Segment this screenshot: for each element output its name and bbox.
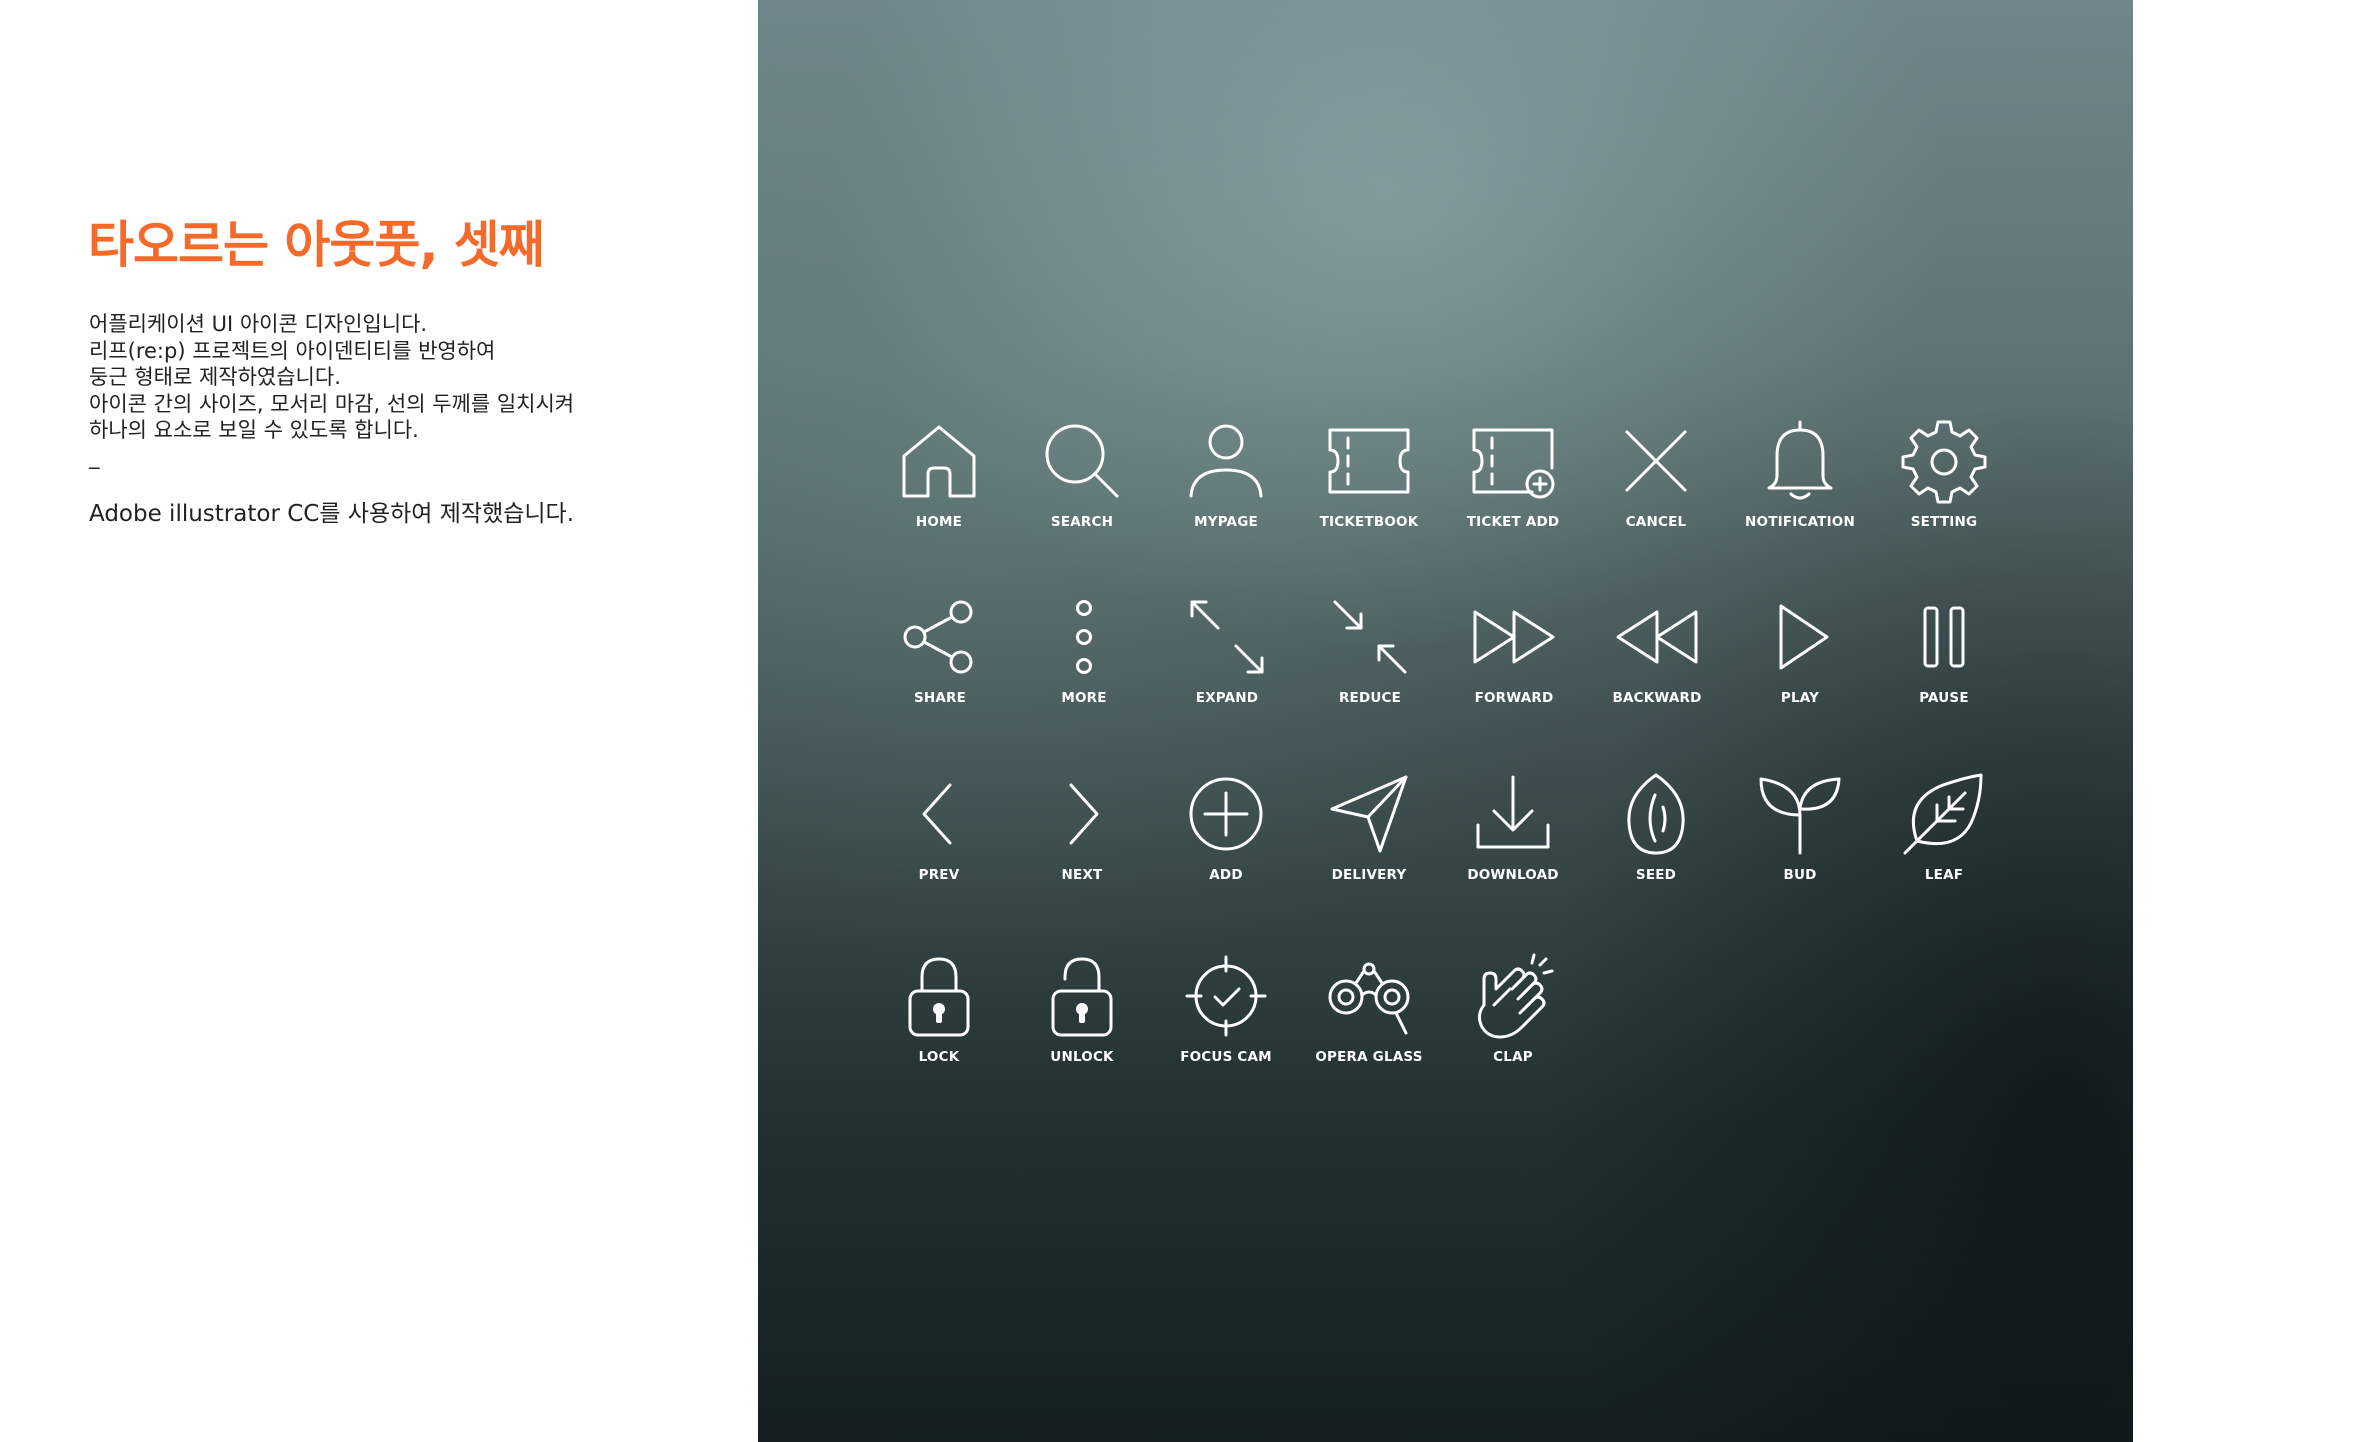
delivery-icon (1330, 775, 1408, 853)
opera-glass-icon (1328, 962, 1410, 1035)
icon-item-home: HOME (874, 418, 1004, 548)
mypage-icon (1189, 424, 1263, 498)
play-icon (1779, 604, 1829, 670)
add-icon (1189, 777, 1263, 851)
icon-item-opera-glass: OPERA GLASS (1304, 953, 1434, 1083)
leaf-icon (1903, 773, 1983, 855)
prev-icon (922, 783, 952, 845)
clap-icon (1477, 953, 1554, 1039)
unlock-icon (1051, 957, 1113, 1037)
icon-item-setting: SETTING (1879, 418, 2009, 548)
icon-item-play: PLAY (1735, 594, 1865, 724)
icon-item-download: DOWNLOAD (1448, 771, 1578, 901)
icon-label: LEAF (1924, 867, 1964, 883)
ticketbook-icon (1328, 428, 1410, 494)
icon-item-pause: PAUSE (1879, 594, 2009, 724)
forward-icon (1473, 610, 1555, 664)
description-panel: 타오르는 아웃풋, 셋째 어플리케이션 UI 아이콘 디자인입니다. 리프(re… (0, 0, 758, 1442)
next-icon (1069, 783, 1099, 845)
description-line: 아이콘 간의 사이즈, 모서리 마감, 선의 두께를 일치시켜 (89, 391, 575, 416)
icon-item-unlock: UNLOCK (1017, 953, 1147, 1083)
icon-item-mypage: MYPAGE (1161, 418, 1291, 548)
description-line: 둥근 형태로 제작하였습니다. (89, 365, 341, 389)
seed-icon (1627, 773, 1685, 855)
share-icon (903, 600, 973, 674)
icon-item-focus-cam: FOCUS CAM (1161, 953, 1291, 1083)
bud-icon (1759, 777, 1841, 855)
icon-item-seed: SEED (1591, 771, 1721, 901)
tool-note: Adobe illustrator CC를 사용하여 제작했습니다. (89, 501, 575, 527)
focus-cam-icon (1185, 955, 1267, 1037)
icon-item-clap: CLAP (1448, 953, 1578, 1083)
pause-icon (1923, 606, 1965, 668)
lock-icon (908, 957, 970, 1037)
setting-icon (1901, 420, 1987, 504)
ticket-add-icon (1472, 428, 1555, 499)
icon-label: SETTING (1910, 514, 1978, 530)
description-separator: _ (89, 444, 100, 469)
home-icon (902, 425, 976, 498)
icon-item-leaf: LEAF (1879, 771, 2009, 901)
notification-icon (1767, 420, 1833, 500)
icon-item-cancel: CANCEL (1591, 418, 1721, 548)
description-text: 어플리케이션 UI 아이콘 디자인입니다. 리프(re:p) 프로젝트의 아이덴… (89, 311, 729, 470)
icon-label: CLAP (1493, 1049, 1533, 1065)
icon-item-ticket-add: TICKET ADD (1448, 418, 1578, 548)
description-line: 하나의 요소로 보일 수 있도록 합니다. (89, 418, 419, 442)
icon-item-ticketbook: TICKETBOOK (1304, 418, 1434, 548)
icon-item-prev: PREV (874, 771, 1004, 901)
icon-item-add: ADD (1161, 771, 1291, 901)
icon-item-search: SEARCH (1017, 418, 1147, 548)
icon-item-lock: LOCK (874, 953, 1004, 1083)
icon-item-backward: BACKWARD (1592, 594, 1722, 724)
icon-item-delivery: DELIVERY (1304, 771, 1434, 901)
icon-item-bud: BUD (1735, 771, 1865, 901)
icon-item-reduce: REDUCE (1305, 594, 1435, 724)
icon-item-next: NEXT (1017, 771, 1147, 901)
right-margin (2133, 0, 2378, 1442)
icon-label: PAUSE (1919, 690, 1969, 706)
cancel-icon (1625, 430, 1687, 492)
icon-item-forward: FORWARD (1449, 594, 1579, 724)
icon-item-notification: NOTIFICATION (1735, 418, 1865, 548)
description-line: 어플리케이션 UI 아이콘 디자인입니다. (89, 312, 428, 336)
icon-item-more: MORE (1019, 594, 1149, 724)
download-icon (1476, 775, 1550, 849)
description-line: 리프(re:p) 프로젝트의 아이덴티티를 반영하여 (89, 338, 496, 363)
backward-icon (1616, 610, 1698, 664)
icon-item-expand: EXPAND (1162, 594, 1292, 724)
icon-gallery: HOME SEARCH MYPAGE TICKETBOOK TICKET ADD… (758, 0, 2133, 1442)
expand-icon (1190, 600, 1264, 674)
more-icon (1076, 600, 1092, 674)
reduce-icon (1333, 600, 1407, 674)
icon-item-share: SHARE (875, 594, 1005, 724)
search-icon (1045, 424, 1119, 498)
page-title: 타오르는 아웃풋, 셋째 (88, 216, 545, 274)
